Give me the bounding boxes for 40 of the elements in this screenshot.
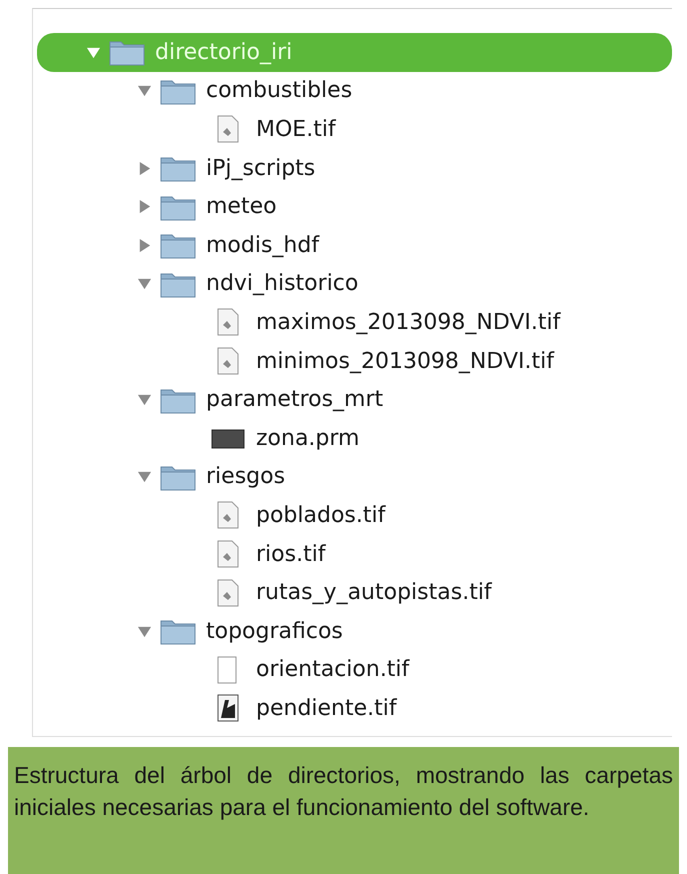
collapse-triangle-icon[interactable] [136, 469, 152, 484]
item-name: pendiente.tif [256, 696, 397, 721]
item-name: MOE.tif [256, 116, 336, 142]
item-name: modis_hdf [206, 232, 320, 258]
item-name: rios.tif [256, 542, 326, 567]
item-name: rutas_y_autopistas.tif [256, 580, 492, 606]
tree-row[interactable]: ndvi_historico [33, 264, 672, 304]
tree-row[interactable]: riesgos [33, 458, 672, 496]
item-name: minimos_2013098_NDVI.tif [256, 348, 554, 374]
item-name: riesgos [206, 464, 286, 490]
item-name: maximos_2013098_NDVI.tif [256, 310, 560, 335]
tree-row[interactable]: iPj_scripts [33, 148, 672, 188]
item-name: orientacion.tif [256, 657, 410, 682]
tree-row[interactable]: combustibles [33, 72, 672, 110]
tree-row[interactable]: rutas_y_autopistas.tif [33, 573, 672, 612]
item-name: parametros_mrt [206, 387, 384, 412]
tree-row[interactable]: rios.tif [33, 534, 672, 574]
tree-row[interactable]: MOE.tif [33, 110, 672, 149]
tree-row[interactable]: meteo [33, 187, 672, 226]
item-name: zona.prm [256, 426, 360, 451]
tree-row[interactable]: poblados.tif [33, 496, 672, 535]
collapse-triangle-icon[interactable] [136, 276, 152, 292]
tree-row[interactable]: minimos_2013098_NDVI.tif [33, 342, 672, 380]
tree-row[interactable]: topograficos [33, 612, 672, 650]
tree-row[interactable]: orientacion.tif [33, 650, 672, 690]
tree-row[interactable]: modis_hdf [33, 226, 672, 265]
item-name: combustibles [206, 78, 352, 104]
collapse-triangle-icon[interactable] [136, 392, 152, 408]
item-name: iPj_scripts [206, 156, 316, 181]
tree-row[interactable]: pendiente.tif [33, 689, 672, 728]
item-name: ndvi_historico [206, 271, 358, 296]
tree-row[interactable]: zona.prm [33, 418, 672, 458]
figure-caption: Estructura del árbol de directorios, mostrando las carpetas iniciales necesarias para el funcionamiento del software. [8, 746, 679, 874]
tree-row[interactable]: maximos_2013098_NDVI.tif [33, 303, 672, 342]
item-name: poblados.tif [256, 502, 386, 528]
item-name: directorio_iri [155, 40, 292, 65]
tree-row[interactable]: parametros_mrt [33, 380, 672, 419]
item-name: meteo [206, 194, 277, 220]
collapse-triangle-icon[interactable] [136, 83, 152, 98]
item-name: topograficos [206, 618, 343, 644]
